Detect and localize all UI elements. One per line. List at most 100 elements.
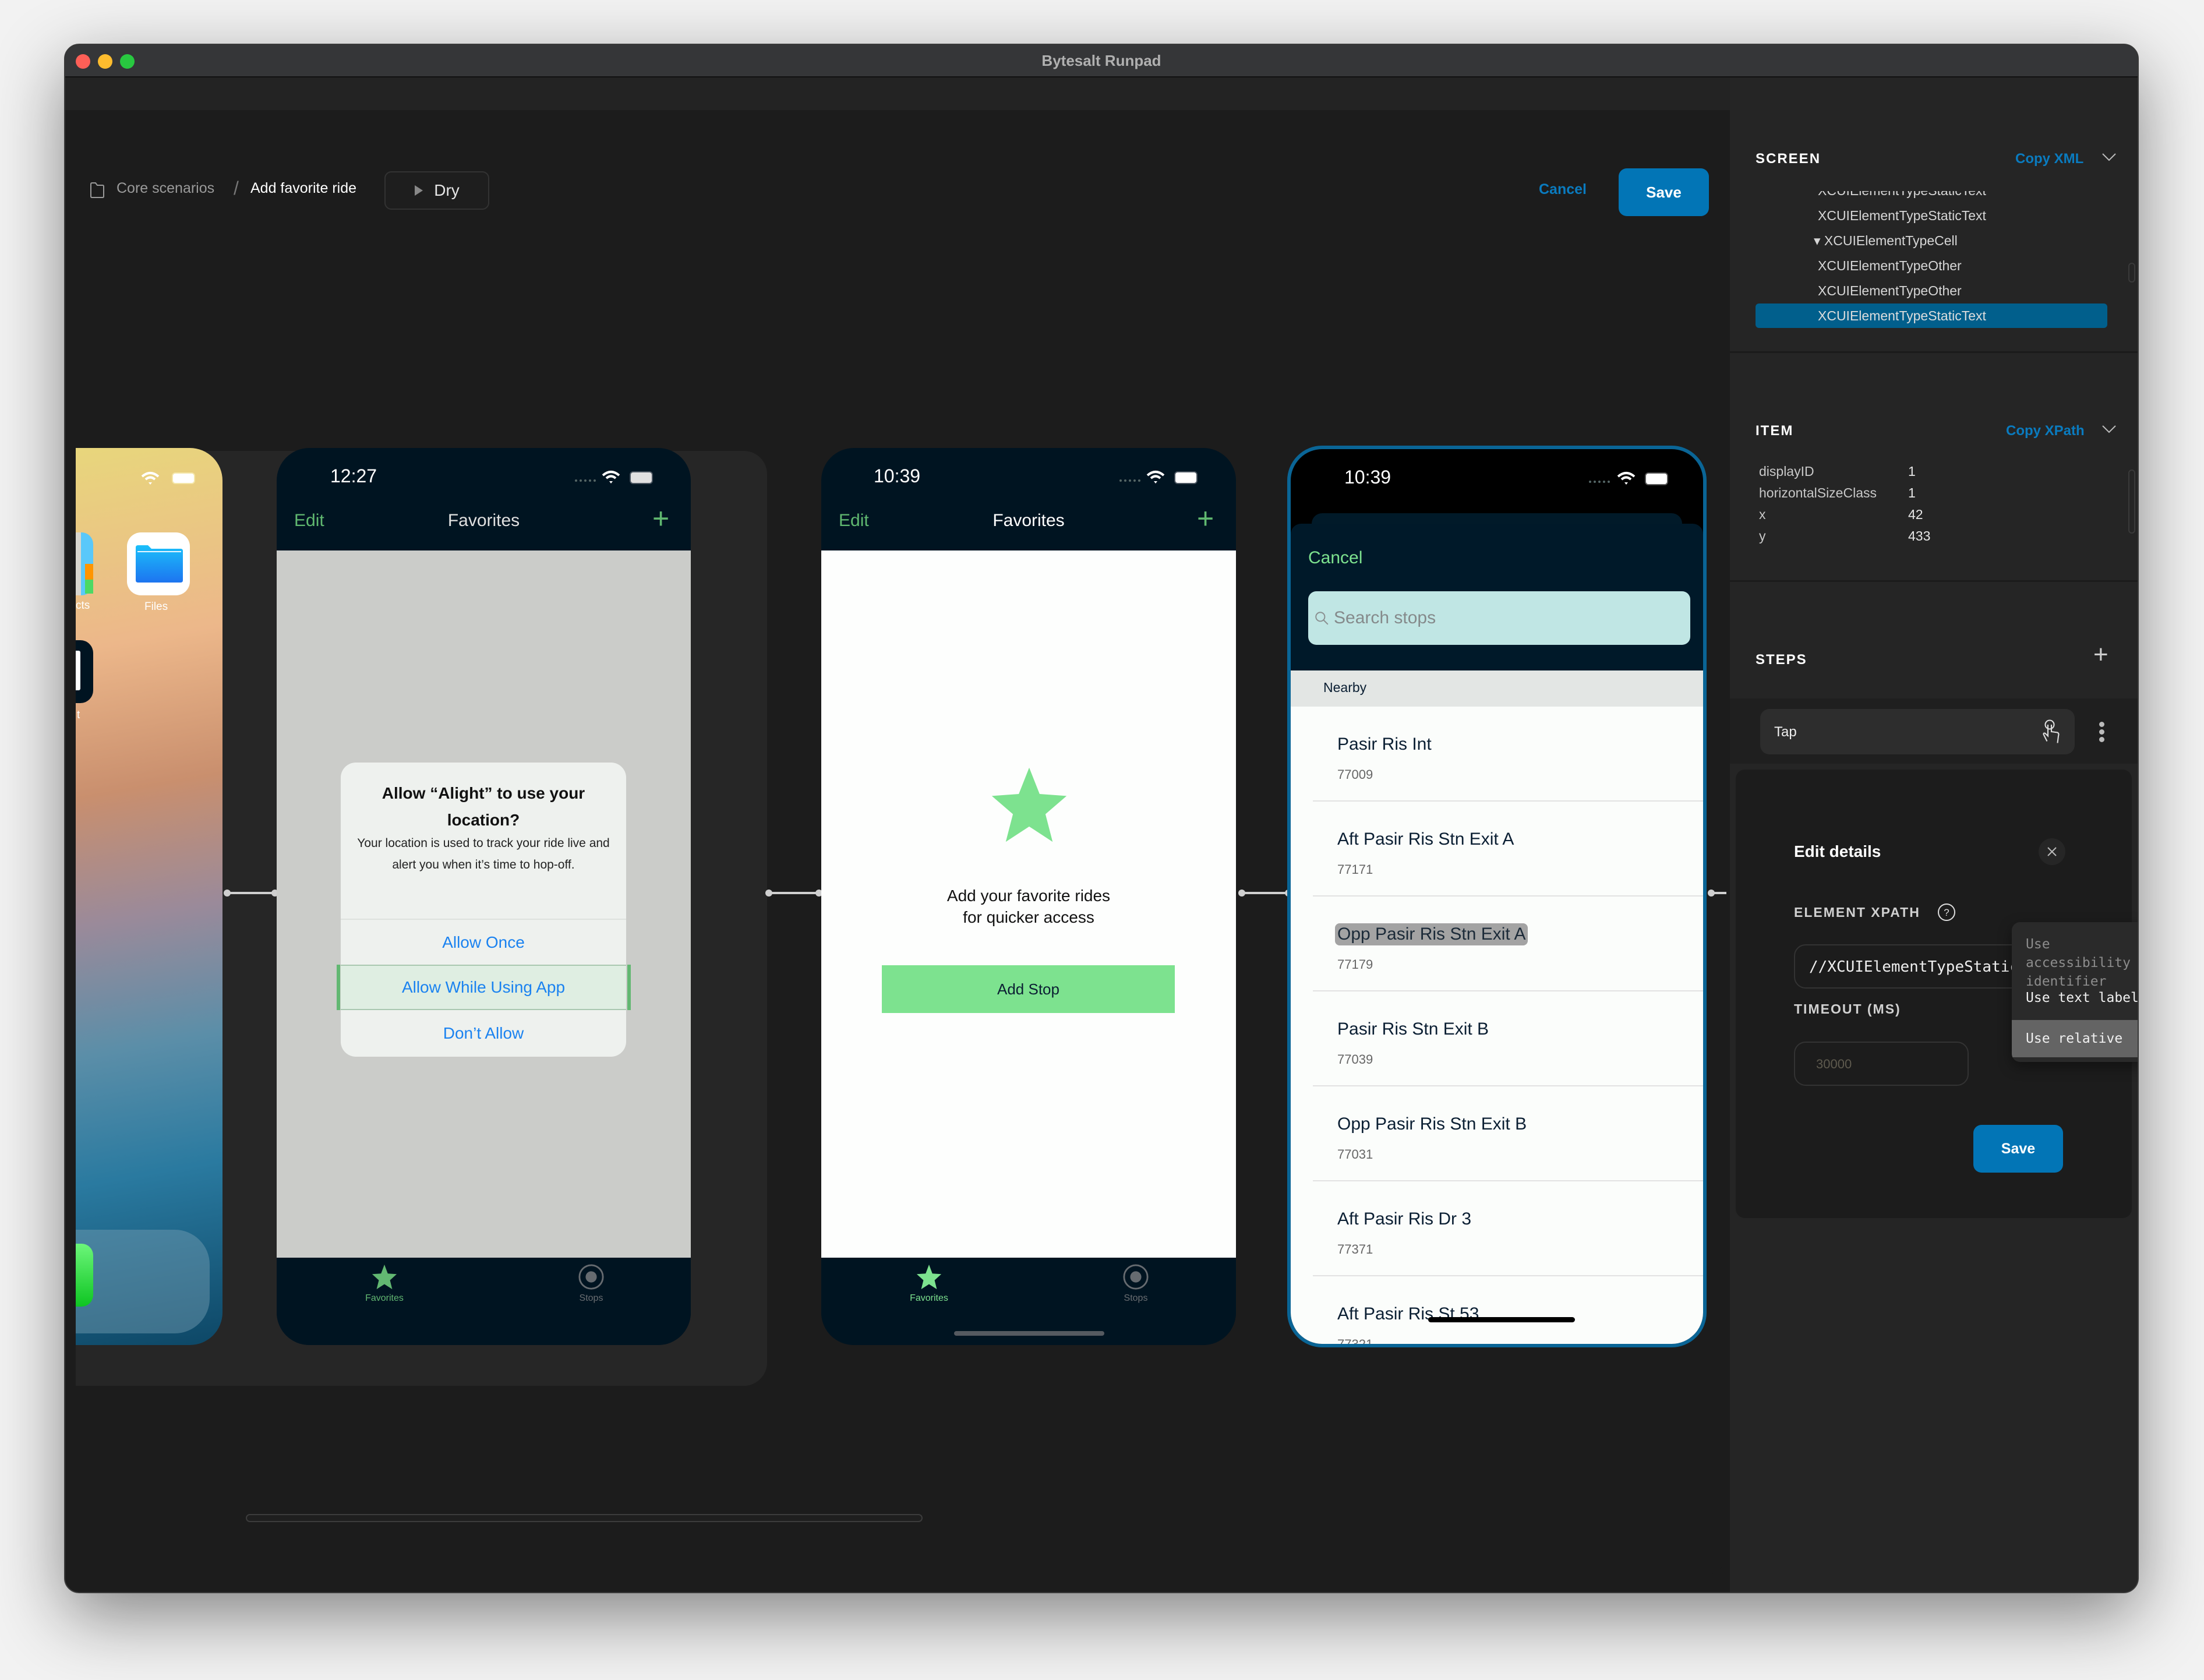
highlight-marker [337,965,340,1010]
menu-item-text-label[interactable]: Use text label [2012,989,2138,1007]
copy-xml-button[interactable]: Copy XML [2015,151,2083,167]
star-icon [916,1264,942,1290]
battery-icon [1645,472,1668,485]
tree-node[interactable]: XCUIElementTypeOther [1756,253,2107,278]
messages-app-icon[interactable] [76,1244,93,1307]
save-button[interactable]: Save [1619,168,1709,216]
copy-xpath-button[interactable]: Copy XPath [2006,423,2085,439]
dry-run-button[interactable]: Dry [384,171,489,210]
status-time: 12:27 [330,465,377,486]
tab-bar: Favorites Stops [821,1258,1236,1345]
stop-row[interactable]: Aft Pasir Ris Stn Exit A 77171 [1291,802,1703,897]
screen-section-title: SCREEN [1756,151,1821,167]
stop-row[interactable]: Aft Pasir Ris Dr 3 77371 [1291,1181,1703,1276]
tree-node[interactable]: XCUIElementTypeStaticText [1756,191,2107,203]
flow-canvas[interactable]: Core scenarios / Add favorite ride Dry C… [65,110,1731,1578]
window-title: Bytesalt Runpad [1041,52,1161,69]
status-time: 10:39 [874,465,921,486]
tab-stops[interactable]: Stops [1110,1263,1162,1304]
stop-code: 77039 [1337,1052,1373,1067]
tab-stops[interactable]: Stops [565,1263,617,1304]
add-icon[interactable]: + [1197,504,1214,533]
xpath-strategy-menu: Use accessibility identifier Use text la… [2012,922,2138,1062]
tab-label: Favorites [365,1293,404,1303]
add-step-button[interactable]: + [2093,640,2108,669]
menu-item-relative-path[interactable]: Use relative path [2012,1020,2138,1057]
element-tree[interactable]: XCUIElementTypeStaticTextXCUIElementType… [1730,191,2138,331]
permission-screen[interactable]: 12:27 Edit Favorites + Allow “Alight” to… [277,448,691,1345]
tab-label: Favorites [910,1293,948,1303]
prop-key: width [1759,550,1790,551]
stop-row[interactable]: Aft Pasir Ris St 53 77321 [1291,1276,1703,1344]
inspector-panel: SCREEN Copy XML XCUIElementTypeStaticTex… [1730,77,2138,1592]
connector-line [1711,892,1726,894]
tab-favorites[interactable]: Favorites [903,1263,955,1304]
breadcrumb-parent[interactable]: Core scenarios [116,180,214,197]
prop-key: displayID [1759,464,1814,479]
folder-icon [136,545,183,583]
star-icon [372,1264,397,1290]
prop-key: x [1759,507,1766,522]
stop-row[interactable]: Opp Pasir Ris Stn Exit B 77031 [1291,1086,1703,1181]
empty-message-line: Add your favorite rides [946,887,1111,905]
section-header-label: Nearby [1323,680,1367,695]
wifi-icon [141,472,160,485]
battery-icon [1174,471,1198,484]
dont-allow-button[interactable]: Don’t Allow [341,1010,626,1057]
step-more-button[interactable] [2099,722,2105,742]
tree-node[interactable]: XCUIElementTypeStaticText [1756,203,2107,228]
breadcrumb-current: Add favorite ride [250,180,357,196]
empty-message: Add your favorite rides for quicker acce… [821,885,1236,928]
horizontal-scrollbar[interactable] [246,1514,923,1522]
props-scrollbar[interactable] [2128,470,2135,534]
timeout-input[interactable]: 30000 [1794,1042,1969,1086]
tree-scrollbar[interactable] [2128,263,2135,283]
add-stop-button[interactable]: Add Stop [882,965,1175,1013]
alight-app-icon[interactable] [76,640,93,703]
signal-icon [575,479,596,482]
screen-section: SCREEN Copy XML XCUIElementTypeStaticTex… [1730,77,2138,353]
play-icon [415,185,423,196]
tree-node-selected[interactable]: XCUIElementTypeStaticText [1756,303,2107,328]
search-icon [1315,612,1329,625]
tree-node[interactable]: XCUIElementTypeOther [1756,278,2107,303]
stop-code: 77171 [1337,862,1373,877]
files-app-icon[interactable] [127,532,190,595]
search-stops-screen[interactable]: 10:39 Cancel Search stops Nearby Pasir R… [1287,446,1707,1347]
stop-code: 77009 [1337,767,1373,782]
xpath-label: ELEMENT XPATH [1794,905,1920,920]
chevron-down-icon[interactable] [2101,424,2117,435]
home-screen[interactable]: cts Files t [76,448,222,1345]
highlight-marker [627,965,631,1010]
cancel-button[interactable]: Cancel [1539,181,1587,198]
dialog-message: Your location is used to track your ride… [357,837,610,871]
favorites-screen[interactable]: 10:39 Edit Favorites + Add your favorite… [821,448,1236,1345]
empty-message-line: for quicker access [963,908,1094,926]
stop-row[interactable]: Opp Pasir Ris Stn Exit A 77179 [1291,897,1703,991]
folder-icon [90,182,104,198]
svg-text:?: ? [1944,907,1949,918]
edit-save-button[interactable]: Save [1973,1125,2063,1173]
chevron-down-icon[interactable] [2101,152,2117,163]
search-cancel-button[interactable]: Cancel [1308,548,1362,568]
tab-favorites[interactable]: Favorites [358,1263,411,1304]
step-item-tap[interactable]: Tap [1760,709,2075,754]
prop-key: y [1759,528,1766,543]
add-icon[interactable]: + [652,504,669,533]
battery-icon [172,472,195,484]
contacts-app-icon[interactable] [76,532,93,595]
menu-item-accessibility-id: Use accessibility identifier [2026,937,2131,989]
stops-list[interactable]: Pasir Ris Int 77009 Aft Pasir Ris Stn Exit… [1291,707,1703,1344]
help-icon[interactable]: ? [1937,902,1956,922]
prop-value: 179 [1908,550,1930,551]
allow-once-button[interactable]: Allow Once [341,920,626,965]
item-section-title: ITEM [1756,423,1794,439]
close-edit-button[interactable] [2039,838,2065,865]
allow-while-using-button[interactable]: Allow While Using App [341,965,626,1010]
search-stops-input[interactable]: Search stops [1308,591,1690,645]
stop-row[interactable]: Pasir Ris Int 77009 [1291,707,1703,802]
stop-row[interactable]: Pasir Ris Stn Exit B 77039 [1291,991,1703,1086]
wifi-icon [1617,472,1636,485]
tree-node[interactable]: ▾ XCUIElementTypeCell [1756,228,2107,253]
permission-dialog: Allow “Alight” to use your location? You… [341,763,626,1057]
